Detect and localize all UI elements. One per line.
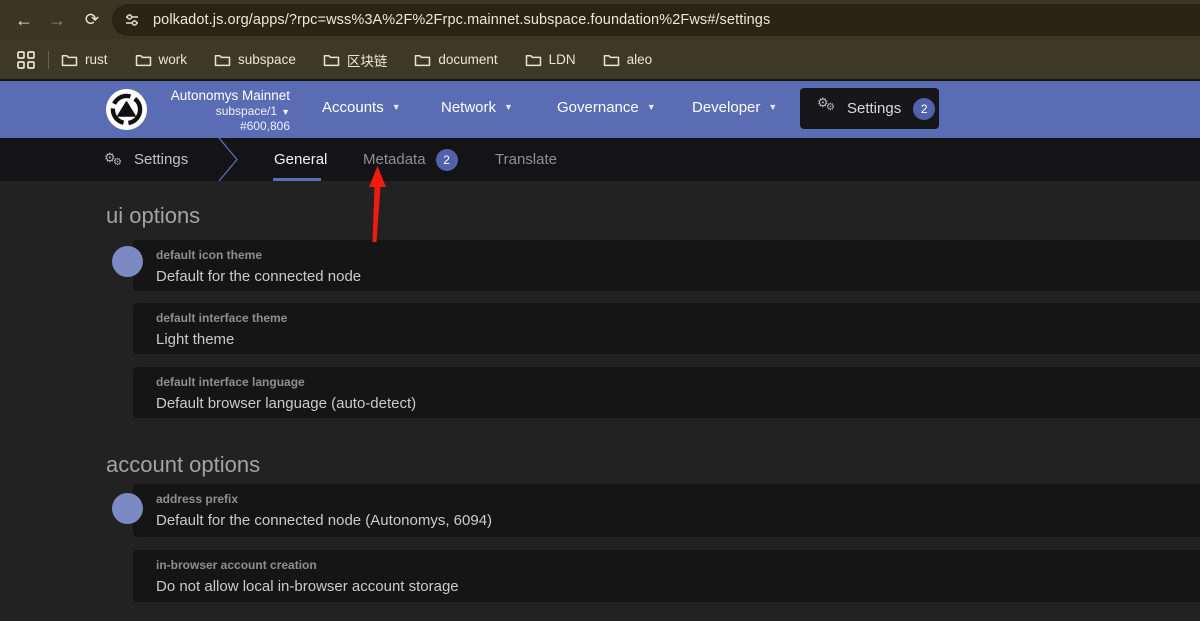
browser-toolbar: ← → ⟳ polkadot.js.org/apps/?rpc=wss%3A%2… — [0, 0, 1200, 39]
metadata-badge: 2 — [436, 149, 458, 171]
bookmark-folder-blockchain[interactable]: 区块链 — [323, 50, 388, 70]
setting-row-account-creation: in-browser account creation Do not allow… — [133, 550, 1200, 602]
url-text[interactable]: polkadot.js.org/apps/?rpc=wss%3A%2F%2Frp… — [153, 12, 770, 28]
gears-icon: ⚙⚙ — [817, 99, 839, 119]
folder-icon — [414, 53, 431, 67]
bookmark-folder-rust[interactable]: rust — [61, 52, 108, 67]
chevron-down-icon: ▼ — [281, 107, 290, 117]
bookmark-label: subspace — [238, 52, 296, 67]
settings-badge: 2 — [913, 98, 935, 120]
setting-label: in-browser account creation — [156, 558, 1200, 573]
subnav-section-label: Settings — [134, 151, 188, 168]
folder-icon — [323, 53, 340, 67]
bookmarks-bar: rust work subspace 区块链 document LDN aleo — [0, 39, 1200, 80]
back-button[interactable]: ← — [11, 7, 37, 33]
network-info: Autonomys Mainnet subspace/1▼ #600,806 — [150, 88, 290, 133]
bookmark-label: work — [159, 52, 188, 67]
nav-governance[interactable]: Governance▼ — [557, 99, 656, 116]
address-bar[interactable]: polkadot.js.org/apps/?rpc=wss%3A%2F%2Frp… — [112, 4, 1200, 36]
setting-label: default interface theme — [156, 311, 1200, 326]
nav-network[interactable]: Network▼ — [441, 99, 513, 116]
folder-icon — [61, 53, 78, 67]
subnav-section: ⚙⚙ Settings — [104, 138, 188, 181]
bookmark-label: 区块链 — [347, 50, 388, 70]
settings-content: ui options default icon theme Default fo… — [0, 181, 1200, 621]
autonomys-logo[interactable] — [106, 89, 147, 130]
setting-value-dropdown[interactable]: Default for the connected node — [156, 267, 1200, 287]
red-arrow-annotation — [363, 160, 391, 244]
settings-label: Settings — [847, 100, 901, 117]
tab-translate[interactable]: Translate — [495, 138, 557, 181]
bookmark-label: rust — [85, 52, 108, 67]
setting-value-dropdown[interactable]: Do not allow local in-browser account st… — [156, 577, 1200, 597]
nav-developer[interactable]: Developer▼ — [692, 99, 777, 116]
bookmark-folder-ldn[interactable]: LDN — [525, 52, 576, 67]
chevron-down-icon: ▼ — [504, 102, 513, 112]
bookmark-folder-subspace[interactable]: subspace — [214, 52, 296, 67]
apps-grid-icon[interactable] — [17, 51, 35, 69]
site-settings-button[interactable] — [120, 8, 144, 32]
folder-icon — [603, 53, 620, 67]
setting-row-interface-language: default interface language Default brows… — [133, 367, 1200, 418]
autonomys-logo-icon — [110, 93, 143, 126]
settings-subnav: ⚙⚙ Settings General Metadata2 Translate — [0, 138, 1200, 181]
chevron-down-icon: ▼ — [768, 102, 777, 112]
tune-icon — [124, 12, 140, 28]
setting-row-address-prefix: address prefix Default for the connected… — [133, 484, 1200, 537]
reload-button[interactable]: ⟳ — [79, 7, 105, 33]
setting-label: default icon theme — [156, 248, 1200, 263]
setting-label: address prefix — [156, 492, 1200, 507]
bookmark-label: document — [438, 52, 497, 67]
forward-button[interactable]: → — [44, 7, 70, 33]
setting-label: default interface language — [156, 375, 1200, 390]
section-title-ui-options: ui options — [106, 203, 200, 229]
tab-general[interactable]: General — [274, 138, 327, 181]
identicon-avatar — [112, 246, 143, 277]
screen: ← → ⟳ polkadot.js.org/apps/?rpc=wss%3A%2… — [0, 0, 1200, 621]
chain-selector[interactable]: subspace/1▼ — [150, 104, 290, 119]
bookmark-folder-work[interactable]: work — [135, 52, 188, 67]
section-title-account-options: account options — [106, 452, 260, 478]
bookmark-folder-aleo[interactable]: aleo — [603, 52, 653, 67]
bookmark-label: LDN — [549, 52, 576, 67]
nav-accounts[interactable]: Accounts▼ — [322, 99, 401, 116]
chevron-down-icon: ▼ — [392, 102, 401, 112]
setting-value-dropdown[interactable]: Default browser language (auto-detect) — [156, 394, 1200, 414]
folder-icon — [214, 53, 231, 67]
block-number: #600,806 — [150, 119, 290, 133]
breadcrumb-chevron-icon — [218, 138, 240, 181]
folder-icon — [525, 53, 542, 67]
setting-row-icon-theme: default icon theme Default for the conne… — [133, 240, 1200, 291]
setting-value-dropdown[interactable]: Default for the connected node (Autonomy… — [156, 511, 1200, 531]
network-name: Autonomys Mainnet — [150, 88, 290, 104]
identicon-avatar — [112, 493, 143, 524]
nav-settings-button[interactable]: ⚙⚙ Settings 2 — [800, 88, 939, 129]
chevron-down-icon: ▼ — [647, 102, 656, 112]
folder-icon — [135, 53, 152, 67]
setting-value-dropdown[interactable]: Light theme — [156, 330, 1200, 350]
bookmark-folder-document[interactable]: document — [414, 52, 497, 67]
bookmark-label: aleo — [627, 52, 653, 67]
setting-row-interface-theme: default interface theme Light theme — [133, 303, 1200, 354]
gears-icon: ⚙⚙ — [104, 150, 126, 170]
bookmarks-divider — [48, 51, 49, 69]
